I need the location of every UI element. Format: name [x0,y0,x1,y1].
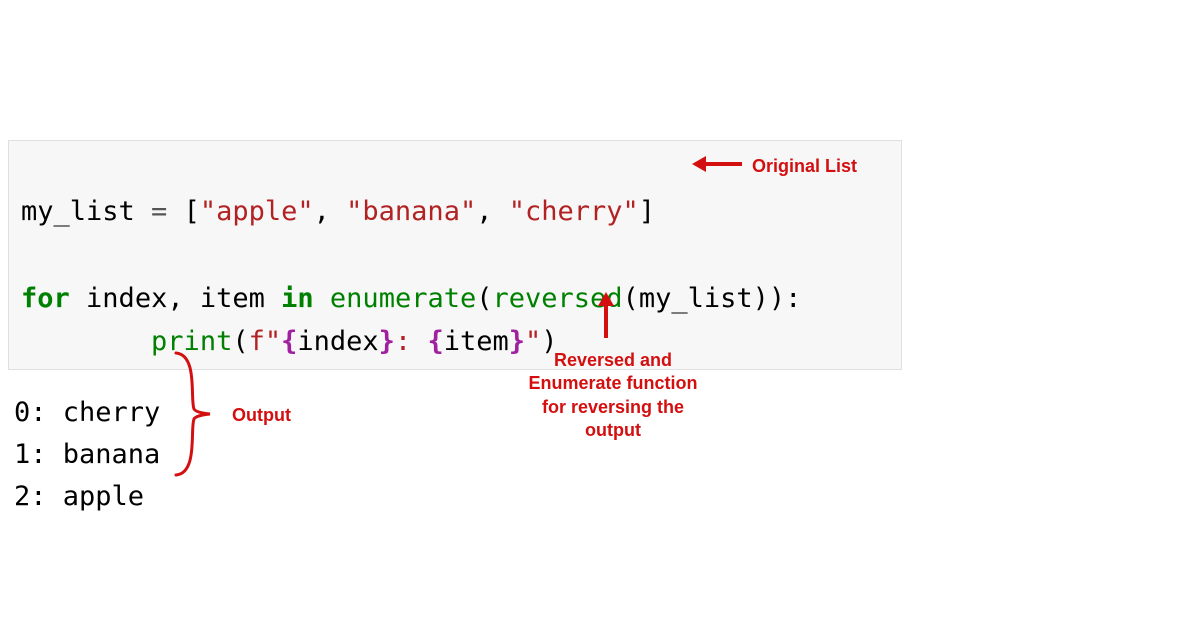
output-block: 0: cherry 1: banana 2: apple [14,350,160,517]
code-line-1: my_list = ["apple", "banana", "cherry"] [21,196,655,227]
code-line-2: for index, item in enumerate(reversed(my… [21,283,801,314]
annotation-reversed-function: Reversed and Enumerate function for reve… [528,349,698,443]
annotation-output: Output [232,404,291,427]
curly-brace-icon [170,349,220,479]
output-line-3: 2: apple [14,481,144,512]
arrow-up-icon [594,290,618,340]
output-line-1: 0: cherry [14,397,160,428]
output-line-2: 1: banana [14,439,160,470]
annotation-original-list: Original List [752,155,857,178]
arrow-left-icon [690,152,744,176]
